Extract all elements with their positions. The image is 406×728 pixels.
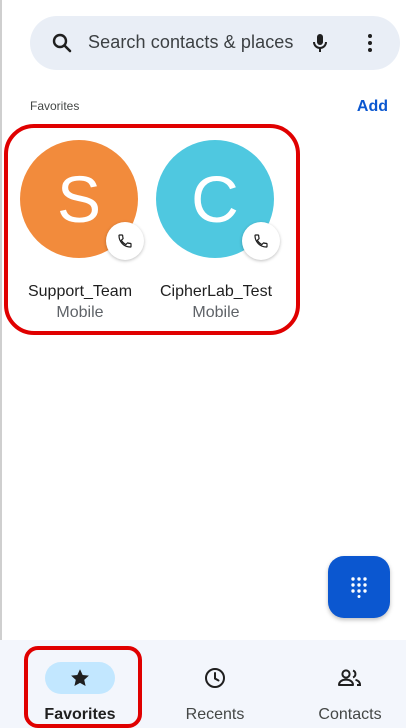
dialpad-icon: [351, 577, 367, 598]
favorites-tab-highlight-outline: [24, 646, 142, 728]
favorites-highlight-outline: [4, 124, 300, 335]
add-favorite-button[interactable]: Add: [357, 98, 388, 116]
nav-label: Recents: [185, 706, 245, 723]
search-bar[interactable]: Search contacts & places: [30, 16, 400, 70]
dialpad-button[interactable]: [328, 556, 390, 618]
icon-container: [315, 662, 385, 694]
more-options-icon[interactable]: [358, 31, 382, 55]
nav-label: Contacts: [318, 706, 382, 723]
search-icon: [52, 33, 72, 53]
nav-tab-recents[interactable]: Recents: [150, 640, 280, 728]
clock-icon: [205, 668, 225, 688]
people-icon: [338, 669, 362, 686]
nav-tab-contacts[interactable]: Contacts: [285, 640, 406, 728]
icon-container: [180, 662, 250, 694]
mic-icon[interactable]: [308, 31, 332, 55]
search-input[interactable]: Search contacts & places: [88, 32, 294, 53]
favorites-section-title: Favorites: [30, 99, 80, 113]
screen-edge: [0, 0, 2, 728]
